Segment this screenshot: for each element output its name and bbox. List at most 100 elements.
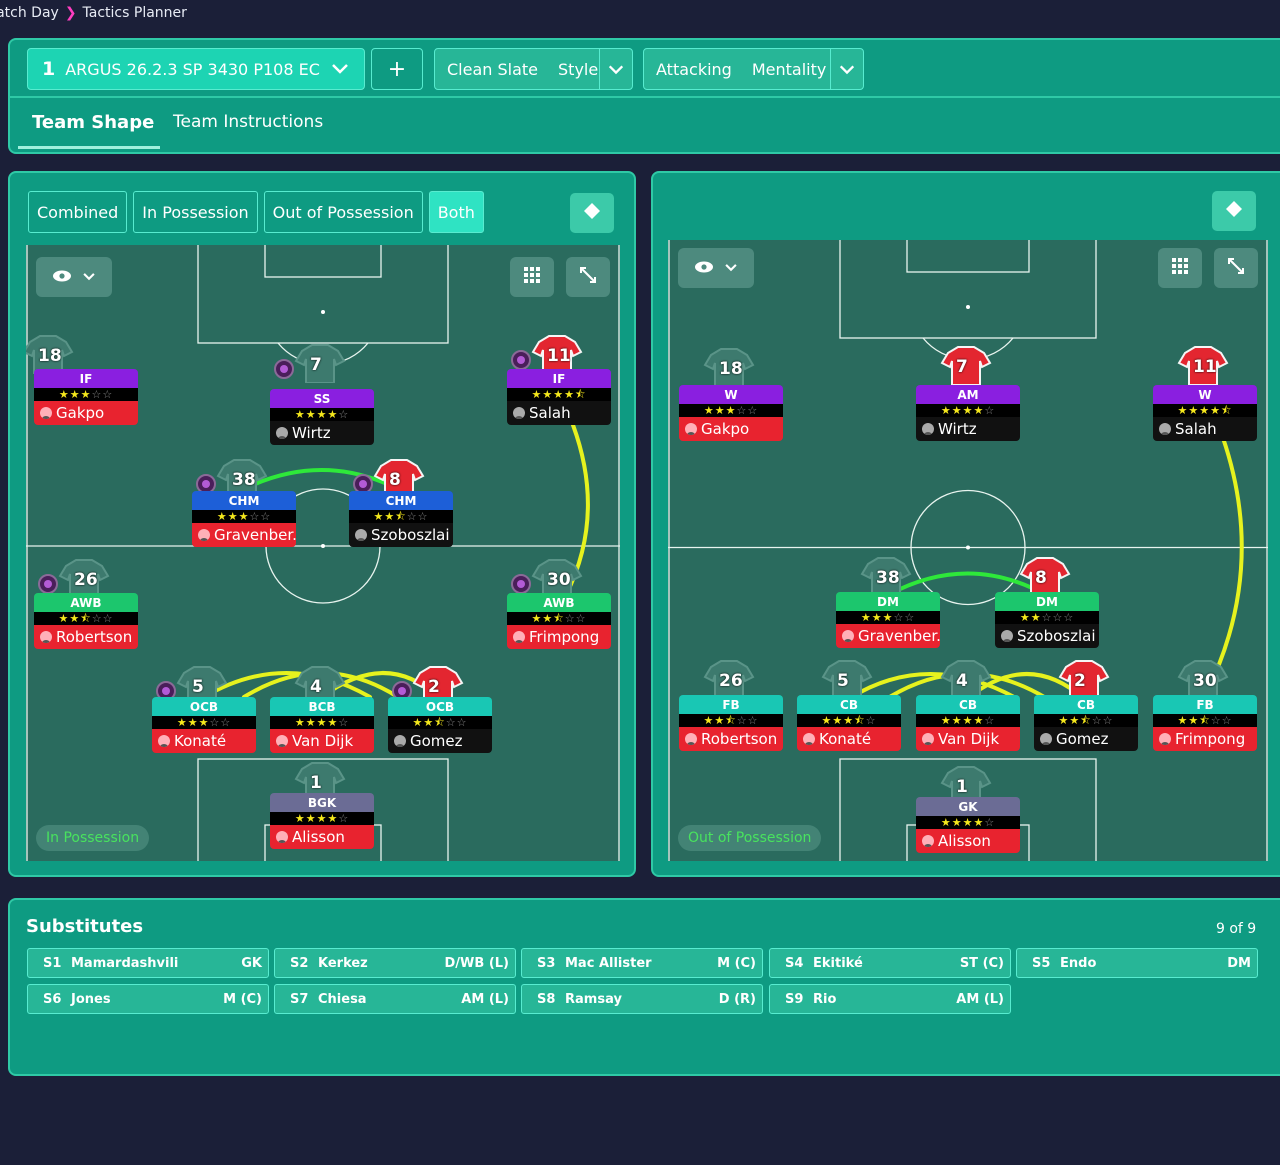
style-selector[interactable]: Clean Slate Style <box>434 48 633 90</box>
player-card[interactable]: IF ★★★☆☆ Gakpo <box>34 369 138 425</box>
player-role: IF <box>507 369 611 388</box>
breadcrumb-tactics-planner[interactable]: Tactics Planner <box>83 5 187 21</box>
player-avatar-icon <box>513 631 525 643</box>
squad-number: 2 <box>428 677 440 697</box>
player-card[interactable]: CB ★★★★☆ Van Dijk <box>916 695 1020 751</box>
tactic-selector[interactable]: 1 ARGUS 26.2.3 SP 3430 P108 EC <box>27 48 365 90</box>
squad-number: 38 <box>232 470 256 490</box>
player-role: BCB <box>270 697 374 716</box>
substitute-row[interactable]: S5 Endo DM <box>1016 948 1258 978</box>
view-both-button[interactable]: Both <box>428 191 484 233</box>
sub-name: Kerkez <box>318 955 368 971</box>
substitute-row[interactable]: S9 Rio AM (L) <box>769 984 1011 1014</box>
player-card[interactable]: CB ★★★⯪☆ Konaté <box>797 695 901 751</box>
player-name: Salah <box>1175 420 1217 438</box>
grid-icon <box>523 266 541 288</box>
player-card[interactable]: CHM ★★⯪☆☆ Szoboszlai <box>349 491 453 547</box>
player-name: Van Dijk <box>292 732 354 750</box>
diamond-icon <box>583 202 601 224</box>
player-card[interactable]: SS ★★★★☆ Wirtz <box>270 389 374 445</box>
tab-team-instructions[interactable]: Team Instructions <box>173 112 323 132</box>
squad-number: 4 <box>310 677 322 697</box>
sub-code: S5 <box>1032 955 1051 971</box>
breadcrumb-match-day[interactable]: Match Day <box>0 5 59 21</box>
player-avatar-icon <box>40 631 52 643</box>
player-card[interactable]: AWB ★★⯪☆☆ Frimpong <box>507 593 611 649</box>
view-combined-button[interactable]: Combined <box>28 191 128 233</box>
sub-position: DM <box>1227 955 1251 971</box>
tactic-toolbar: 1 ARGUS 26.2.3 SP 3430 P108 EC + Clean S… <box>10 40 1280 98</box>
view-in-possession-button[interactable]: In Possession <box>133 191 258 233</box>
player-card[interactable]: BGK ★★★★☆ Alisson <box>270 793 374 849</box>
add-tactic-button[interactable]: + <box>371 48 423 90</box>
player-card[interactable]: FB ★★⯪☆☆ Frimpong <box>1153 695 1257 751</box>
player-avatar-icon <box>803 733 815 745</box>
right-formation-panel: Out of Possession 18 W ★★★☆☆ Gakpo 7 AM ★… <box>651 171 1280 877</box>
player-card[interactable]: CB ★★⯪☆☆ Gomez <box>1034 695 1138 751</box>
role-rating-stars: ★★⯪☆☆ <box>1153 714 1257 727</box>
tab-bar: Team Shape Team Instructions <box>10 100 1280 152</box>
substitutes-count: 9 of 9 <box>1216 921 1257 937</box>
player-card[interactable]: DM ★★★☆☆ Gravenber... <box>836 592 940 648</box>
player-card[interactable]: BCB ★★★★☆ Van Dijk <box>270 697 374 753</box>
role-rating-stars: ★★⯪☆☆ <box>34 612 138 625</box>
player-role: FB <box>679 695 783 714</box>
player-card[interactable]: IF ★★★★⯪ Salah <box>507 369 611 425</box>
sub-code: S3 <box>537 955 556 971</box>
tactic-number: 1 <box>42 58 56 80</box>
substitute-row[interactable]: S8 Ramsay D (R) <box>521 984 763 1014</box>
sub-position: AM (L) <box>956 991 1004 1007</box>
grid-toggle-button[interactable] <box>510 257 554 297</box>
player-card[interactable]: W ★★★☆☆ Gakpo <box>679 385 783 441</box>
expand-button[interactable] <box>1214 248 1258 288</box>
substitute-row[interactable]: S7 Chiesa AM (L) <box>274 984 516 1014</box>
left-formation-panel: Combined In Possession Out of Possession… <box>8 171 636 877</box>
sub-code: S1 <box>43 955 62 971</box>
mentality-selector[interactable]: Attacking Mentality <box>643 48 864 90</box>
squad-number: 4 <box>956 671 968 691</box>
squad-number: 30 <box>547 570 571 590</box>
substitute-row[interactable]: S3 Mac Allister M (C) <box>521 948 763 978</box>
player-card[interactable]: FB ★★⯪☆☆ Robertson <box>679 695 783 751</box>
player-role: IF <box>34 369 138 388</box>
role-rating-stars: ★★⯪☆☆ <box>679 714 783 727</box>
pitch-settings-button[interactable] <box>1212 191 1256 231</box>
sub-position: GK <box>241 955 262 971</box>
player-card[interactable]: OCB ★★⯪☆☆ Gomez <box>388 697 492 753</box>
role-rating-stars: ★★★☆☆ <box>34 388 138 401</box>
player-card[interactable]: DM ★★☆☆☆ Szoboszlai <box>995 592 1099 648</box>
pitch-settings-button[interactable] <box>570 193 614 233</box>
squad-number: 26 <box>719 671 743 691</box>
player-card[interactable]: OCB ★★★☆☆ Konaté <box>152 697 256 753</box>
player-avatar-icon <box>1159 423 1171 435</box>
player-name: Robertson <box>701 730 778 748</box>
role-rating-stars: ★★★⯪☆ <box>797 714 901 727</box>
player-card[interactable]: AWB ★★⯪☆☆ Robertson <box>34 593 138 649</box>
player-card[interactable]: W ★★★★⯪ Salah <box>1153 385 1257 441</box>
view-out-of-possession-button[interactable]: Out of Possession <box>263 191 423 233</box>
player-name: Frimpong <box>1175 730 1246 748</box>
substitute-row[interactable]: S4 Ekitiké ST (C) <box>769 948 1011 978</box>
grid-toggle-button[interactable] <box>1158 248 1202 288</box>
style-label: Style <box>558 59 599 79</box>
player-card[interactable]: AM ★★★★☆ Wirtz <box>916 385 1020 441</box>
player-card[interactable]: CHM ★★★☆☆ Gravenber... <box>192 491 296 547</box>
visibility-toggle-button[interactable] <box>36 257 112 297</box>
player-role: FB <box>1153 695 1257 714</box>
player-card[interactable]: GK ★★★★☆ Alisson <box>916 797 1020 853</box>
substitute-row[interactable]: S2 Kerkez D/WB (L) <box>274 948 516 978</box>
substitute-row[interactable]: S1 Mamardashvili GK <box>27 948 269 978</box>
player-avatar-icon <box>922 733 934 745</box>
role-rating-stars: ★★⯪☆☆ <box>349 510 453 523</box>
sub-code: S9 <box>785 991 804 1007</box>
player-name: Szoboszlai <box>371 526 450 544</box>
expand-button[interactable] <box>566 257 610 297</box>
expand-icon <box>1227 257 1245 279</box>
visibility-toggle-button[interactable] <box>678 248 754 288</box>
player-role: AWB <box>34 593 138 612</box>
tab-team-shape[interactable]: Team Shape <box>32 112 154 133</box>
sub-code: S6 <box>43 991 62 1007</box>
squad-number: 18 <box>719 359 743 379</box>
player-avatar-icon <box>513 407 525 419</box>
substitute-row[interactable]: S6 Jones M (C) <box>27 984 269 1014</box>
